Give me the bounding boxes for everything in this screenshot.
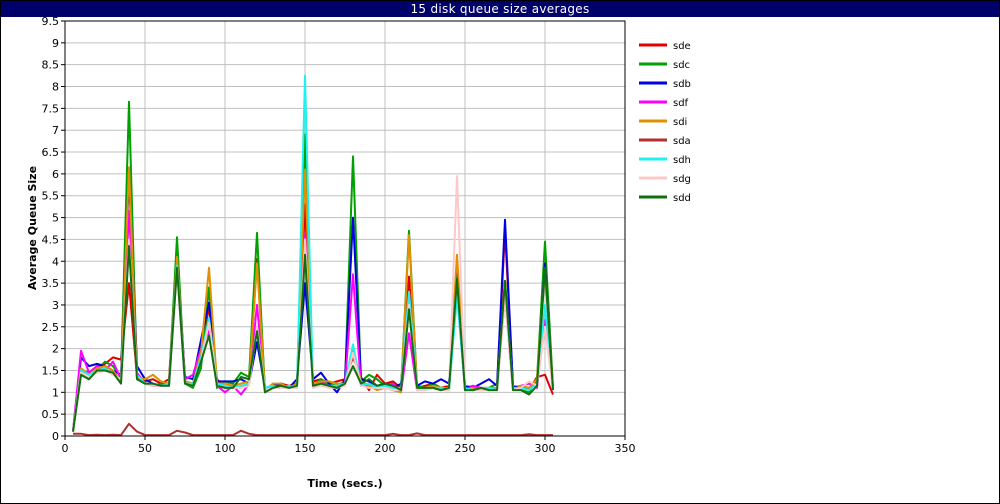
y-tick-label: 1 bbox=[52, 386, 59, 399]
line-chart: 0 50 100 150 200 250 300 350 0 0.5 1 1.5 2 2.5 3 3.5 4 4… bbox=[26, 17, 691, 490]
y-tick-label: 1.5 bbox=[42, 364, 60, 377]
x-tick-label: 250 bbox=[455, 442, 476, 455]
y-tick-label: 9.5 bbox=[42, 17, 60, 28]
legend-label-sdh: sdh bbox=[673, 155, 691, 166]
legend-label-sdg: sdg bbox=[673, 174, 691, 185]
y-tick-label: 7 bbox=[52, 124, 59, 137]
y-tick-label: 4.5 bbox=[42, 233, 60, 246]
y-tick-label: 8.5 bbox=[42, 59, 60, 72]
y-tick-label: 0 bbox=[52, 430, 59, 443]
x-axis-title: Time (secs.) bbox=[307, 477, 382, 490]
x-tick-label: 50 bbox=[138, 442, 152, 455]
y-tick-label: 2.5 bbox=[42, 321, 60, 334]
x-tick-label: 150 bbox=[295, 442, 316, 455]
chart-window: 15 disk queue size averages 0 50 100 150 200… bbox=[0, 0, 1000, 504]
y-tick-label: 4 bbox=[52, 255, 59, 268]
y-axis-title: Average Queue Size bbox=[26, 166, 39, 290]
legend-label-sdb: sdb bbox=[673, 79, 691, 90]
y-tick-label: 8 bbox=[52, 81, 59, 94]
y-tick-label: 6 bbox=[52, 168, 59, 181]
y-tick-label: 6.5 bbox=[42, 146, 60, 159]
legend: sde sdc sdb sdf sdi sda sdh sdg sdd bbox=[639, 41, 691, 204]
y-tick-label: 3.5 bbox=[42, 277, 60, 290]
legend-label-sdf: sdf bbox=[673, 98, 689, 109]
chart-title-bar: 15 disk queue size averages bbox=[1, 1, 999, 17]
chart-title: 15 disk queue size averages bbox=[410, 2, 590, 16]
y-tick-label: 0.5 bbox=[42, 408, 60, 421]
legend-label-sde: sde bbox=[673, 41, 691, 52]
y-tick-label: 7.5 bbox=[42, 102, 60, 115]
x-tick-label: 350 bbox=[615, 442, 636, 455]
x-tick-label: 100 bbox=[215, 442, 236, 455]
y-tick-label: 5 bbox=[52, 212, 59, 225]
y-tick-label: 5.5 bbox=[42, 190, 60, 203]
legend-label-sda: sda bbox=[673, 136, 691, 147]
y-axis-ticks: 0 0.5 1 1.5 2 2.5 3 3.5 4 4.5 5 5.5 6 6.5 7 7.5 8 8.5 9 9.5 bbox=[42, 17, 65, 443]
y-tick-label: 3 bbox=[52, 299, 59, 312]
chart-area: 0 50 100 150 200 250 300 350 0 0.5 1 1.5 2 2.5 3 3.5 4 4… bbox=[1, 17, 999, 503]
legend-label-sdd: sdd bbox=[673, 193, 691, 204]
legend-label-sdi: sdi bbox=[673, 117, 687, 128]
y-tick-label: 9 bbox=[52, 37, 59, 50]
x-tick-label: 300 bbox=[535, 442, 556, 455]
x-tick-label: 0 bbox=[62, 442, 69, 455]
x-tick-label: 200 bbox=[375, 442, 396, 455]
x-axis-ticks: 0 50 100 150 200 250 300 350 bbox=[62, 436, 636, 455]
y-tick-label: 2 bbox=[52, 343, 59, 356]
legend-label-sdc: sdc bbox=[673, 60, 690, 71]
